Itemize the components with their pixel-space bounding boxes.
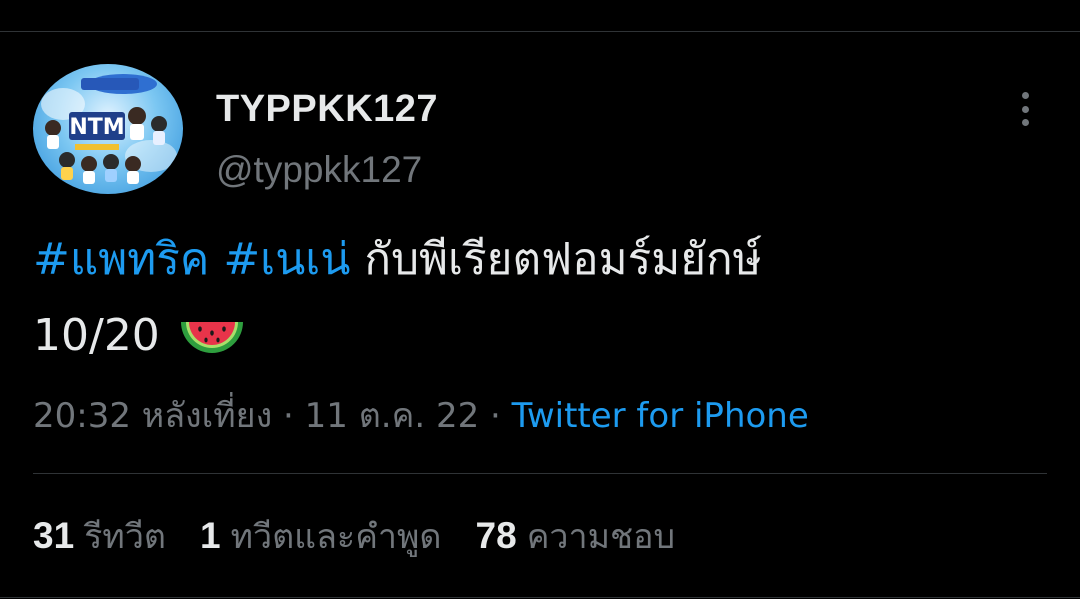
meta-separator: · bbox=[283, 396, 294, 436]
more-vertical-icon-dot bbox=[1021, 105, 1029, 113]
watermelon-icon bbox=[180, 322, 243, 353]
tweet-time[interactable]: 20:32 หลังเที่ยง bbox=[33, 396, 272, 436]
tweet-text-line-2: 10/20 bbox=[33, 298, 1053, 374]
retweet-count: 31 bbox=[33, 515, 75, 556]
author-display-name[interactable]: TYPPKK127 bbox=[216, 86, 438, 132]
tweet-text-line-1: #แพทริค #เนเน่ กับพีเรียตฟอมร์มยักษ์ bbox=[33, 222, 1053, 298]
bottom-divider bbox=[0, 597, 1080, 598]
like-label: ความชอบ bbox=[526, 517, 676, 557]
avatar-image: NTM bbox=[41, 74, 177, 184]
tweet-body-text: กับพีเรียตฟอมร์มยักษ์ bbox=[364, 234, 762, 285]
more-options-button[interactable] bbox=[1008, 88, 1042, 130]
quote-tweets-stat[interactable]: 1 ทวีตและคำพูด bbox=[200, 514, 442, 559]
quote-label: ทวีตและคำพูด bbox=[230, 517, 442, 557]
tweet-score-text: 10/20 bbox=[33, 310, 160, 361]
retweets-stat[interactable]: 31 รีทวีต bbox=[33, 514, 166, 559]
like-count: 78 bbox=[475, 515, 517, 556]
avatar[interactable]: NTM bbox=[33, 64, 183, 194]
tweet-meta: 20:32 หลังเที่ยง · 11 ต.ค. 22 · Twitter … bbox=[33, 394, 809, 438]
tweet-stats: 31 รีทวีต 1 ทวีตและคำพูด 78 ความชอบ bbox=[33, 514, 709, 559]
hashtag-link[interactable]: #เนเน่ bbox=[223, 234, 350, 285]
top-divider bbox=[0, 31, 1080, 32]
more-vertical-icon-dot bbox=[1021, 119, 1029, 126]
tweet-source-link[interactable]: Twitter for iPhone bbox=[512, 396, 809, 436]
stats-divider bbox=[33, 473, 1047, 474]
quote-count: 1 bbox=[200, 515, 221, 556]
likes-stat[interactable]: 78 ความชอบ bbox=[476, 514, 676, 559]
retweet-label: รีทวีต bbox=[84, 517, 167, 557]
tweet-text: #แพทริค #เนเน่ กับพีเรียตฟอมร์มยักษ์ 10/… bbox=[33, 222, 1053, 374]
svg-text:NTM: NTM bbox=[69, 115, 124, 140]
hashtag-link[interactable]: #แพทริค bbox=[33, 234, 209, 285]
more-vertical-icon-dot bbox=[1021, 92, 1029, 99]
tweet-date[interactable]: 11 ต.ค. 22 bbox=[305, 396, 480, 436]
author-handle[interactable]: @typpkk127 bbox=[216, 148, 422, 192]
meta-separator: · bbox=[490, 396, 501, 436]
